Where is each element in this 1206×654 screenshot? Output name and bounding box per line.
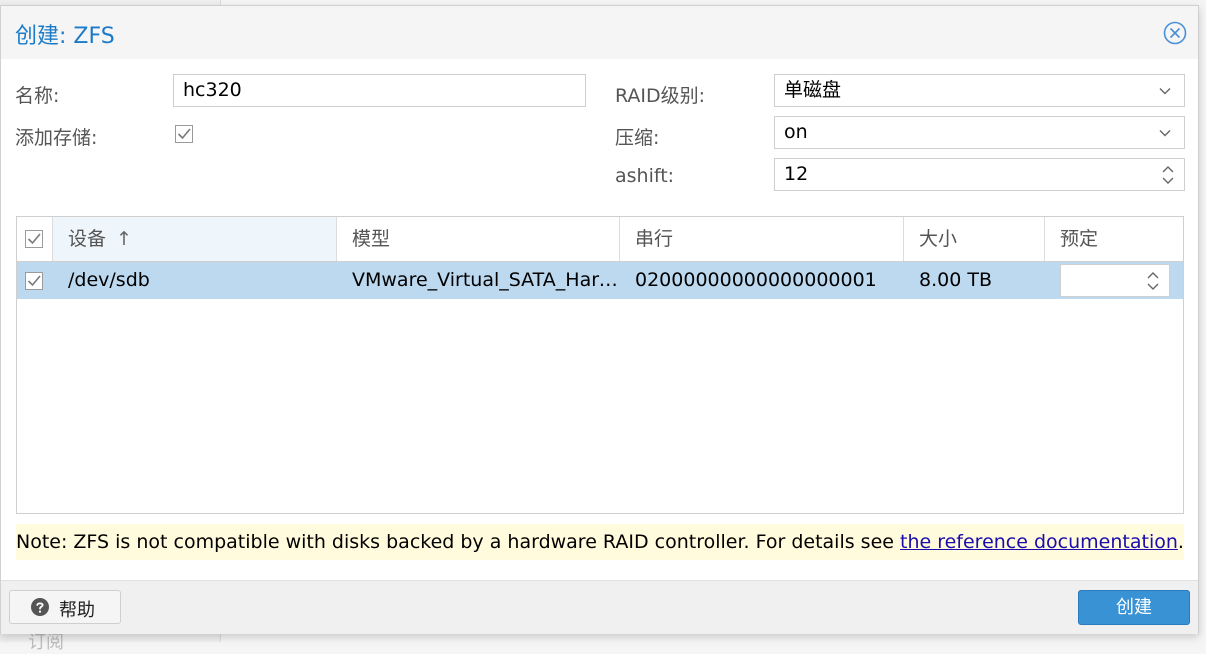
dialog-title: 创建: ZFS xyxy=(15,24,115,49)
compression-value: on xyxy=(784,121,808,143)
raid-level-value: 单磁盘 xyxy=(784,79,842,101)
row-model: VMware_Virtual_SATA_Hard_Drive xyxy=(352,269,620,291)
column-header-order[interactable]: 预定 xyxy=(1045,217,1183,261)
compression-label: 压缩: xyxy=(615,127,660,149)
help-button[interactable]: 帮助 xyxy=(9,590,121,624)
row-checkbox-cell[interactable] xyxy=(17,262,53,299)
spinner-arrows-icon[interactable] xyxy=(1160,163,1176,187)
name-input[interactable]: hc320 xyxy=(173,74,586,107)
select-all-cell[interactable] xyxy=(17,217,53,261)
question-circle-icon xyxy=(31,598,49,616)
note-text: Note: ZFS is not compatible with disks b… xyxy=(16,531,900,553)
row-size: 8.00 TB xyxy=(919,269,992,291)
ashift-value: 12 xyxy=(784,163,809,185)
grid-header: 设备 ↑ 模型 串行 大小 预定 xyxy=(17,217,1183,262)
chevron-down-icon[interactable] xyxy=(1158,126,1172,140)
help-button-label: 帮助 xyxy=(59,600,95,621)
dialog-titlebar: 创建: ZFS xyxy=(1,6,1198,59)
add-storage-label: 添加存储: xyxy=(15,127,98,149)
disk-grid: 设备 ↑ 模型 串行 大小 预定 /dev/sdb VMware_Virtual… xyxy=(16,216,1184,514)
raid-level-select[interactable]: 单磁盘 xyxy=(774,74,1185,107)
column-header-device[interactable]: 设备 ↑ xyxy=(53,217,337,261)
create-button[interactable]: 创建 xyxy=(1078,590,1190,625)
zfs-warning-note: Note: ZFS is not compatible with disks b… xyxy=(16,524,1184,560)
column-header-model[interactable]: 模型 xyxy=(337,217,620,261)
chevron-down-icon[interactable] xyxy=(1158,84,1172,98)
ashift-spinner[interactable]: 12 xyxy=(774,158,1185,191)
close-icon[interactable] xyxy=(1163,21,1187,45)
select-all-checkbox[interactable] xyxy=(25,230,43,248)
dialog-footer: 帮助 创建 xyxy=(1,580,1198,634)
spinner-arrows-icon[interactable] xyxy=(1145,269,1161,293)
table-row[interactable]: /dev/sdb VMware_Virtual_SATA_Hard_Drive … xyxy=(17,262,1183,299)
column-header-serial[interactable]: 串行 xyxy=(620,217,904,261)
order-spinner[interactable] xyxy=(1060,264,1170,297)
reference-documentation-link[interactable]: the reference documentation xyxy=(900,531,1178,553)
row-checkbox[interactable] xyxy=(25,272,43,290)
row-device: /dev/sdb xyxy=(68,269,150,291)
note-suffix: . xyxy=(1177,531,1184,553)
ashift-label: ashift: xyxy=(615,165,675,187)
add-storage-checkbox[interactable] xyxy=(175,125,193,143)
row-serial: 02000000000000000001 xyxy=(635,269,877,291)
column-header-size[interactable]: 大小 xyxy=(904,217,1045,261)
sort-ascending-icon: ↑ xyxy=(116,228,132,250)
column-header-device-label: 设备 xyxy=(68,228,107,250)
compression-select[interactable]: on xyxy=(774,116,1185,149)
raid-level-label: RAID级别: xyxy=(615,85,706,107)
create-zfs-dialog: 创建: ZFS 名称: hc320 添加存储: RAID级别: 单磁盘 压缩: … xyxy=(0,5,1199,634)
name-label: 名称: xyxy=(15,85,60,107)
